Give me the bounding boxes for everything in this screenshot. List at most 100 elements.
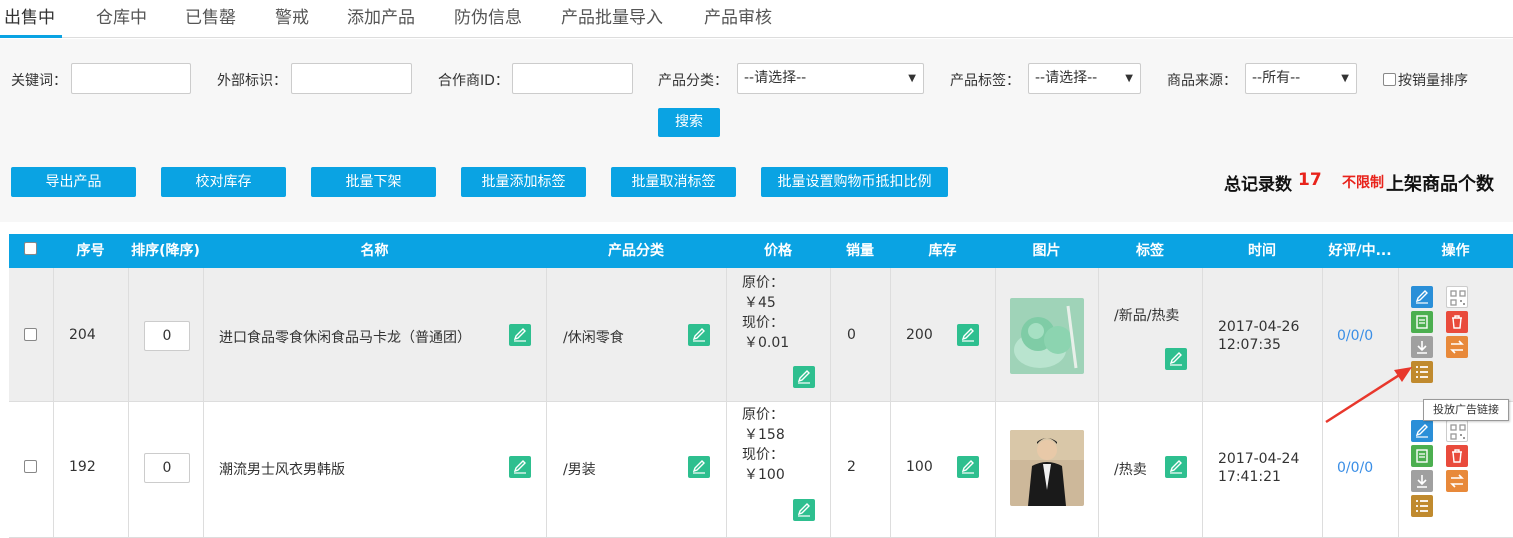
table-header: 序号 排序(降序) 名称 产品分类 价格 销量 库存 图片 标签 时间 好评/中… (9, 234, 1513, 268)
col-sort[interactable]: 排序(降序) (128, 234, 203, 268)
col-sales: 销量 (846, 243, 874, 259)
filter-panel: 关键词： 外部标识： 合作商ID： 产品分类： --请选择-- ▼ 产品标签： … (0, 39, 1513, 222)
list-icon[interactable] (1411, 495, 1433, 517)
edit-stock-icon[interactable] (957, 456, 979, 478)
bulk-unlist-button[interactable]: 批量下架 (311, 167, 436, 197)
category-label: 产品分类： (658, 73, 728, 89)
copy-icon[interactable] (1411, 311, 1433, 333)
qrcode-icon[interactable] (1446, 420, 1468, 442)
product-thumbnail[interactable] (1010, 298, 1084, 374)
sales-count: 2 (847, 459, 856, 475)
bulk-set-coin-ratio-button[interactable]: 批量设置购物币抵扣比例 (761, 167, 948, 197)
price-now: ￥0.01 (744, 335, 790, 351)
caret-down-icon: ▼ (1341, 73, 1349, 84)
product-category: /休闲零食 (563, 330, 624, 346)
download-icon[interactable] (1411, 470, 1433, 492)
edit-name-icon[interactable] (509, 324, 531, 346)
tab-alert[interactable]: 警戒 (275, 3, 309, 28)
active-tab-indicator (0, 35, 62, 38)
bulk-remove-tag-button[interactable]: 批量取消标签 (611, 167, 736, 197)
price-original: ￥158 (744, 427, 785, 443)
copy-icon[interactable] (1411, 445, 1433, 467)
row-checkbox[interactable] (24, 328, 37, 341)
price-original: ￥45 (744, 295, 776, 311)
edit-category-icon[interactable] (688, 456, 710, 478)
col-reviews: 好评/中... (1328, 243, 1392, 259)
tag-label: 产品标签： (950, 73, 1020, 89)
edit-icon[interactable] (1411, 286, 1433, 308)
created-time: 17:41:21 (1218, 469, 1281, 485)
tab-warehouse[interactable]: 仓库中 (96, 3, 147, 28)
product-tags: /新品/热卖 (1114, 308, 1180, 324)
sort-by-sales-checkbox[interactable] (1383, 73, 1396, 86)
category-select-value: --请选择-- (744, 70, 807, 86)
tag-select-value: --请选择-- (1035, 70, 1098, 86)
listing-limit-value: 不限制 (1342, 175, 1384, 191)
tab-anti-counterfeit[interactable]: 防伪信息 (454, 3, 522, 28)
reviews-link[interactable]: 0/0/0 (1337, 460, 1373, 476)
external-id-input[interactable] (291, 63, 412, 94)
tab-bulk-import[interactable]: 产品批量导入 (561, 3, 663, 28)
delete-icon[interactable] (1446, 311, 1468, 333)
row-id: 204 (69, 327, 96, 343)
edit-price-icon[interactable] (793, 366, 815, 388)
keyword-input[interactable] (71, 63, 191, 94)
tab-bar: 出售中 仓库中 已售罄 警戒 添加产品 防伪信息 产品批量导入 产品审核 (0, 0, 1513, 38)
col-actions: 操作 (1441, 243, 1470, 259)
search-button[interactable]: 搜索 (658, 108, 720, 137)
col-tags: 标签 (1136, 243, 1164, 259)
total-records-value: 17 (1298, 170, 1322, 190)
edit-tags-icon[interactable] (1165, 348, 1187, 370)
download-icon[interactable] (1411, 336, 1433, 358)
export-products-button[interactable]: 导出产品 (11, 167, 136, 197)
product-thumbnail[interactable] (1010, 430, 1084, 506)
col-id: 序号 (76, 243, 105, 259)
table-row: 204 0 进口食品零食休闲食品马卡龙（普通团） /休闲零食 原价： ￥45 现… (9, 268, 1513, 402)
source-label: 商品来源： (1167, 73, 1237, 89)
qrcode-icon[interactable] (1446, 286, 1468, 308)
partner-id-input[interactable] (512, 63, 633, 94)
created-date: 2017-04-26 (1218, 319, 1300, 335)
row-checkbox[interactable] (24, 460, 37, 473)
delete-icon[interactable] (1446, 445, 1468, 467)
tab-on-sale[interactable]: 出售中 (4, 3, 55, 28)
annotation-arrow-icon (1325, 367, 1412, 424)
stock-count: 100 (906, 459, 933, 475)
source-select-value: --所有-- (1252, 70, 1301, 86)
tab-sold-out[interactable]: 已售罄 (185, 3, 236, 28)
reviews-link[interactable]: 0/0/0 (1337, 328, 1373, 344)
stock-count: 200 (906, 327, 933, 343)
created-date: 2017-04-24 (1218, 451, 1300, 467)
price-original-label: 原价： (742, 407, 784, 423)
total-records-label: 总记录数 (1224, 175, 1292, 195)
edit-category-icon[interactable] (688, 324, 710, 346)
source-select[interactable]: --所有-- ▼ (1245, 63, 1357, 94)
price-now-label: 现价： (742, 315, 784, 331)
edit-stock-icon[interactable] (957, 324, 979, 346)
edit-price-icon[interactable] (793, 499, 815, 521)
sort-input[interactable]: 0 (144, 321, 190, 351)
category-select[interactable]: --请选择-- ▼ (737, 63, 924, 94)
bulk-add-tag-button[interactable]: 批量添加标签 (461, 167, 586, 197)
tag-select[interactable]: --请选择-- ▼ (1028, 63, 1141, 94)
edit-name-icon[interactable] (509, 456, 531, 478)
transfer-icon[interactable] (1446, 470, 1468, 492)
edit-tags-icon[interactable] (1165, 456, 1187, 478)
sort-by-sales-label: 按销量排序 (1398, 73, 1468, 89)
product-category: /男装 (563, 462, 596, 478)
tab-add-product[interactable]: 添加产品 (347, 3, 415, 28)
col-name: 名称 (360, 243, 389, 259)
external-id-label: 外部标识： (217, 73, 287, 89)
keyword-label: 关键词： (11, 73, 67, 89)
table-row: 192 0 潮流男士风衣男韩版 /男装 原价： ￥158 现价： ￥100 2 … (9, 402, 1513, 538)
check-stock-button[interactable]: 校对库存 (161, 167, 286, 197)
tab-product-review[interactable]: 产品审核 (704, 3, 772, 28)
partner-id-label: 合作商ID： (438, 73, 509, 89)
col-stock: 库存 (928, 243, 957, 259)
sort-input[interactable]: 0 (144, 453, 190, 483)
caret-down-icon: ▼ (908, 73, 916, 84)
caret-down-icon: ▼ (1125, 73, 1133, 84)
sales-count: 0 (847, 327, 856, 343)
select-all-checkbox[interactable] (24, 242, 37, 255)
transfer-icon[interactable] (1446, 336, 1468, 358)
